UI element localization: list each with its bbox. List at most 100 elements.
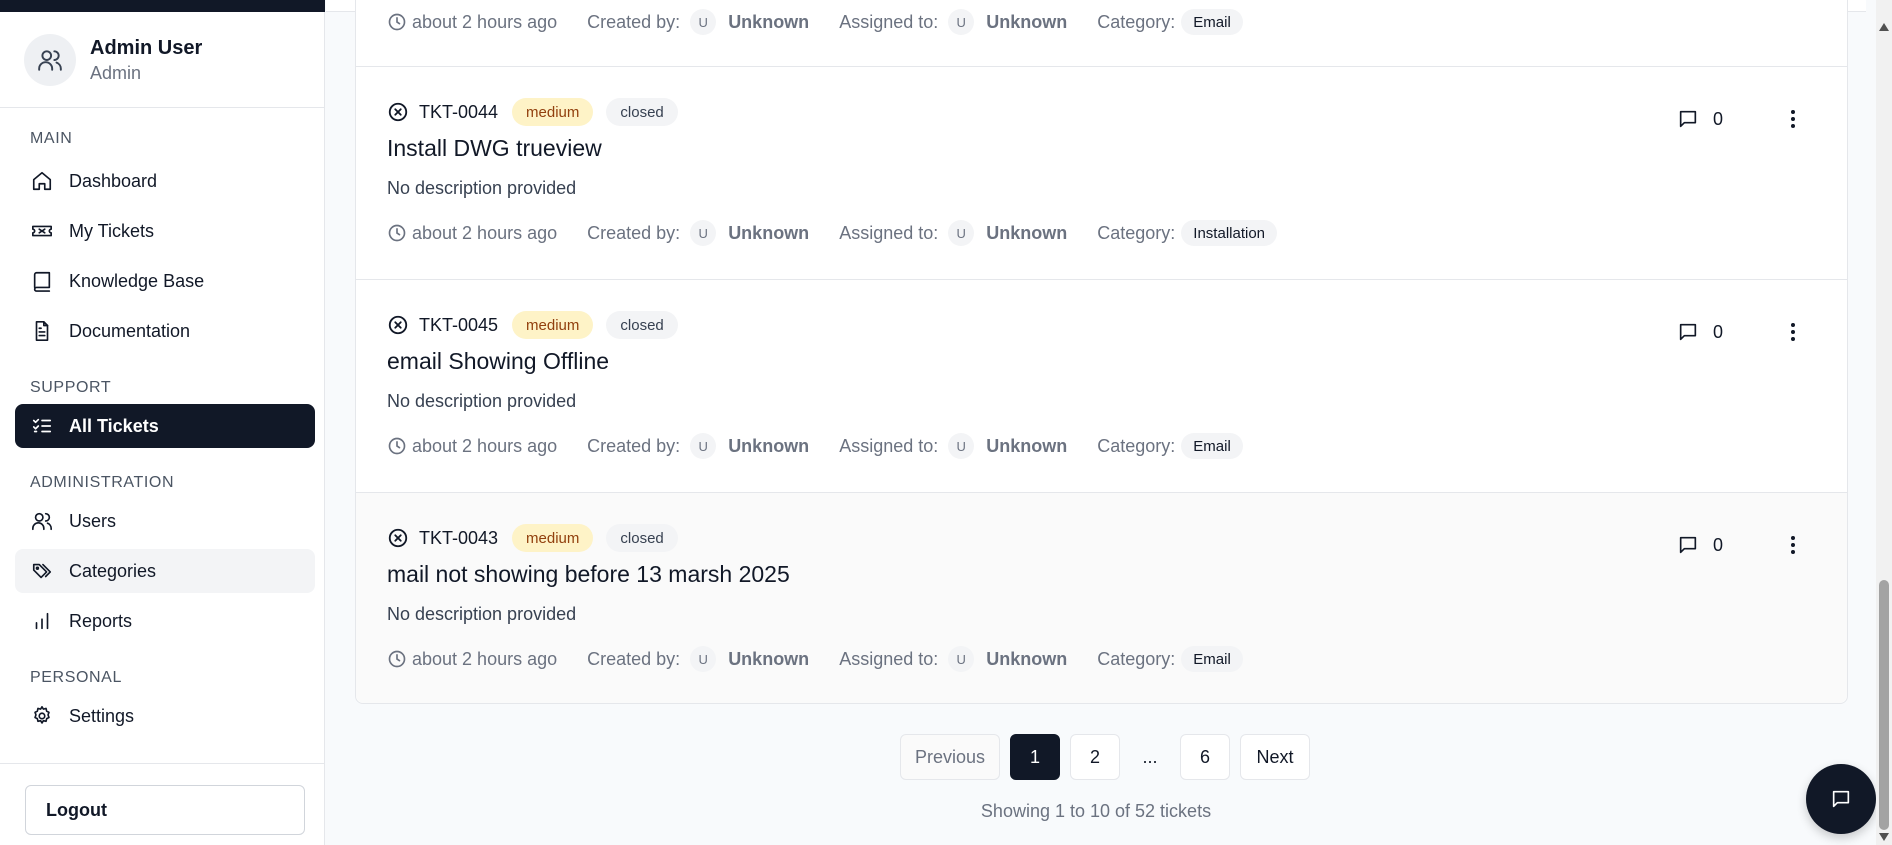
next-page-button[interactable]: Next xyxy=(1240,734,1310,780)
section-label-main: MAIN xyxy=(30,130,73,147)
previous-page-button[interactable]: Previous xyxy=(900,734,1000,780)
tags-icon xyxy=(30,559,54,583)
creator-name: Unknown xyxy=(728,648,810,669)
creator-avatar: U xyxy=(690,9,717,35)
closed-status-icon xyxy=(388,315,408,335)
assignee-avatar: U xyxy=(948,9,975,35)
sidebar-item-all-tickets[interactable]: All Tickets xyxy=(15,404,315,448)
sidebar-item-label: Documentation xyxy=(69,320,191,341)
ticket-meta: about 2 hours ago Created by: U Unknown … xyxy=(387,644,1243,674)
ticket-row[interactable]: TKT-0043 medium closed mail not showing … xyxy=(356,493,1847,703)
main-content: about 2 hours ago Created by: U Unknown … xyxy=(326,0,1866,845)
clock-icon xyxy=(388,13,406,31)
ticket-meta: about 2 hours ago Created by: U Unknown … xyxy=(387,218,1278,248)
created-by-label: Created by: xyxy=(587,435,681,456)
section-label-support: SUPPORT xyxy=(30,379,112,396)
section-label-personal: PERSONAL xyxy=(30,669,122,686)
more-options-icon[interactable] xyxy=(1781,320,1805,344)
book-icon xyxy=(30,269,54,293)
sidebar-item-label: Users xyxy=(69,510,117,531)
ticket-title[interactable]: mail not showing before 13 marsh 2025 xyxy=(387,561,790,588)
ticket-row[interactable]: TKT-0044 medium closed Install DWG truev… xyxy=(356,67,1847,280)
sidebar-item-dashboard[interactable]: Dashboard xyxy=(15,159,315,203)
closed-status-icon xyxy=(388,528,408,548)
created-by-label: Created by: xyxy=(587,11,681,32)
assignee-avatar: U xyxy=(948,220,975,246)
ticket-id: TKT-0044 xyxy=(419,101,499,122)
more-options-icon[interactable] xyxy=(1781,107,1805,131)
ticket-meta: about 2 hours ago Created by: U Unknown … xyxy=(387,7,1243,37)
ticket-icon xyxy=(30,219,54,243)
users-icon xyxy=(38,50,62,71)
ticket-id: TKT-0043 xyxy=(419,527,499,548)
sidebar-item-users[interactable]: Users xyxy=(15,499,315,543)
logout-button[interactable]: Logout xyxy=(25,785,305,835)
bar-chart-icon xyxy=(30,609,54,633)
clock-icon xyxy=(388,650,406,668)
assignee-name: Unknown xyxy=(986,648,1068,669)
sidebar-item-my-tickets[interactable]: My Tickets xyxy=(15,209,315,253)
sidebar-item-reports[interactable]: Reports xyxy=(15,599,315,643)
sidebar-item-label: My Tickets xyxy=(69,220,155,241)
sidebar-item-documentation[interactable]: Documentation xyxy=(15,309,315,353)
created-by-label: Created by: xyxy=(587,222,681,243)
closed-status-icon xyxy=(388,102,408,122)
ticket-description: No description provided xyxy=(387,178,577,198)
ticket-row-partial[interactable]: about 2 hours ago Created by: U Unknown … xyxy=(356,0,1847,67)
sidebar-item-categories[interactable]: Categories xyxy=(15,549,315,593)
status-badge: closed xyxy=(606,524,678,552)
creator-avatar: U xyxy=(690,220,717,246)
category-badge: Installation xyxy=(1181,220,1278,246)
page-button-6[interactable]: 6 xyxy=(1180,734,1230,780)
ticket-id: TKT-0045 xyxy=(419,314,499,335)
creator-name: Unknown xyxy=(728,435,810,456)
pagination-summary: Showing 1 to 10 of 52 tickets xyxy=(980,801,1212,821)
home-icon xyxy=(30,169,54,193)
category-label: Category: xyxy=(1097,222,1176,243)
pagination: Previous 1 2 ... 6 Next xyxy=(900,734,1320,780)
priority-badge: medium xyxy=(512,311,594,339)
ticket-title[interactable]: email Showing Offline xyxy=(387,348,609,375)
creator-name: Unknown xyxy=(728,11,810,32)
page-scrollbar[interactable] xyxy=(1876,0,1892,845)
assigned-to-label: Assigned to: xyxy=(839,648,939,669)
creator-name: Unknown xyxy=(728,222,810,243)
assigned-to-label: Assigned to: xyxy=(839,435,939,456)
user-role: Admin xyxy=(90,63,142,83)
chat-button[interactable] xyxy=(1806,764,1876,834)
scroll-down-icon[interactable] xyxy=(1879,832,1889,842)
ticket-title[interactable]: Install DWG trueview xyxy=(387,135,602,162)
users-icon xyxy=(30,509,54,533)
chat-icon xyxy=(1832,790,1850,808)
creator-avatar: U xyxy=(690,433,717,459)
divider xyxy=(0,107,325,108)
sidebar-item-knowledge-base[interactable]: Knowledge Base xyxy=(15,259,315,303)
creator-avatar: U xyxy=(690,646,717,672)
assigned-to-label: Assigned to: xyxy=(839,222,939,243)
priority-badge: medium xyxy=(512,98,594,126)
ticket-time: about 2 hours ago xyxy=(412,648,558,669)
sidebar-item-label: Categories xyxy=(69,560,157,581)
ticket-list: about 2 hours ago Created by: U Unknown … xyxy=(355,0,1848,704)
comment-count: 0 xyxy=(1713,534,1724,555)
assignee-name: Unknown xyxy=(986,222,1068,243)
page-button-2[interactable]: 2 xyxy=(1070,734,1120,780)
assigned-to-label: Assigned to: xyxy=(839,11,939,32)
sidebar-item-label: All Tickets xyxy=(69,415,159,436)
category-badge: Email xyxy=(1181,9,1243,35)
ticket-row[interactable]: TKT-0045 medium closed email Showing Off… xyxy=(356,280,1847,493)
ticket-time: about 2 hours ago xyxy=(412,435,558,456)
more-options-icon[interactable] xyxy=(1781,533,1805,557)
scrollbar-thumb[interactable] xyxy=(1879,580,1889,830)
comment-icon xyxy=(1679,110,1697,128)
page-button-1[interactable]: 1 xyxy=(1010,734,1060,780)
ticket-description: No description provided xyxy=(387,604,577,624)
category-label: Category: xyxy=(1097,11,1176,32)
sidebar-item-settings[interactable]: Settings xyxy=(15,694,315,738)
category-label: Category: xyxy=(1097,435,1176,456)
sidebar-item-label: Reports xyxy=(69,610,133,631)
list-checks-icon xyxy=(30,414,54,438)
category-label: Category: xyxy=(1097,648,1176,669)
sidebar-item-label: Settings xyxy=(69,705,135,726)
scroll-up-icon[interactable] xyxy=(1879,22,1889,32)
